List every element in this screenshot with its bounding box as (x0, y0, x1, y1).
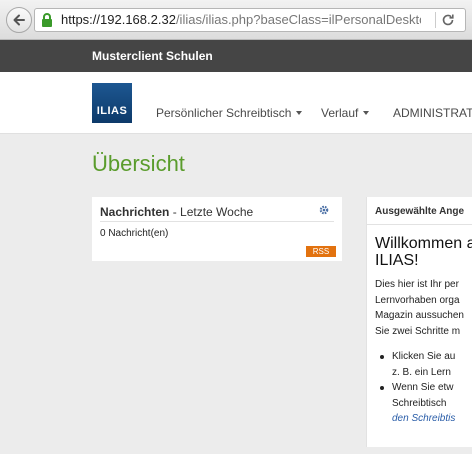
news-title: Nachrichten (100, 205, 170, 219)
nav-item-administration[interactable]: ADMINISTRATIO (393, 106, 472, 120)
url-path: /ilias/ilias.php?baseClass=ilPersonalDes… (175, 12, 421, 27)
intro-line: Sie zwei Schritte m (375, 325, 461, 337)
news-subtitle: - Letzte Woche (172, 205, 254, 219)
browser-toolbar: https://192.168.2.32/ilias/ilias.php?bas… (0, 0, 472, 40)
url-separator (435, 12, 436, 28)
bullet-line: Klicken Sie au (392, 351, 456, 362)
top-bar: Musterclient Schulen (0, 40, 472, 72)
back-button[interactable] (6, 7, 32, 33)
list-item: Klicken Sie au z. B. ein Lern (379, 349, 456, 380)
news-panel: Nachrichten - Letzte Woche 0 Nachricht(e… (92, 197, 342, 261)
page-title: Übersicht (92, 151, 185, 176)
intro-text: Dies hier ist Ihr per Lernvorhaben orga … (375, 277, 464, 339)
ilias-logo[interactable]: ILIAS (92, 83, 132, 123)
client-name: Musterclient Schulen (92, 49, 213, 63)
url-text: https://192.168.2.32/ilias/ilias.php?bas… (61, 12, 421, 28)
bullet-line: z. B. ein Lern (392, 366, 451, 378)
reload-icon[interactable] (441, 13, 455, 27)
nav-item-label: Persönlicher Schreibtisch (156, 106, 292, 120)
personal-desktop-link[interactable]: den Schreibtis (392, 411, 455, 427)
news-divider (100, 221, 334, 222)
nav-item-label: Verlauf (321, 106, 359, 120)
nav-item-label: ADMINISTRATIO (393, 106, 472, 120)
intro-line: Lernvorhaben orga (375, 294, 460, 306)
url-host: https://192.168.2.32 (61, 12, 176, 27)
intro-line: Dies hier ist Ihr per (375, 279, 459, 290)
selected-offers-panel: Ausgewählte Ange Willkommen a ILIAS! Die… (366, 197, 472, 447)
news-count: 0 Nachricht(en) (100, 228, 169, 239)
address-bar[interactable]: https://192.168.2.32/ilias/ilias.php?bas… (34, 8, 466, 32)
rss-button[interactable]: RSS (306, 246, 336, 257)
offers-header-label: Ausgewählte Ange (375, 206, 465, 217)
gear-icon[interactable] (319, 205, 329, 215)
main-navigation: ILIAS Persönlicher Schreibtisch Verlauf … (0, 72, 472, 134)
bullet-line: Wenn Sie etw (392, 382, 454, 393)
bullet-list: Klicken Sie au z. B. ein Lern Wenn Sie e… (379, 349, 456, 427)
bullet-line: Schreibtisch (392, 397, 447, 409)
logo-text: ILIAS (96, 105, 128, 117)
intro-line: Magazin aussuchen (375, 310, 464, 321)
lock-icon (42, 13, 52, 27)
list-item: Wenn Sie etw Schreibtisch den Schreibtis (379, 380, 455, 427)
news-panel-title: Nachrichten - Letzte Woche (100, 205, 253, 219)
caret-down-icon (296, 111, 303, 115)
caret-down-icon (363, 111, 370, 115)
nav-item-personal-desktop[interactable]: Persönlicher Schreibtisch (156, 106, 303, 120)
offers-header: Ausgewählte Ange (367, 197, 472, 225)
welcome-line-1: Willkommen a (375, 235, 472, 252)
welcome-heading: Willkommen a ILIAS! (375, 235, 472, 269)
welcome-line-2: ILIAS! (375, 252, 419, 269)
back-arrow-icon (13, 14, 25, 26)
nav-item-history[interactable]: Verlauf (321, 106, 370, 120)
